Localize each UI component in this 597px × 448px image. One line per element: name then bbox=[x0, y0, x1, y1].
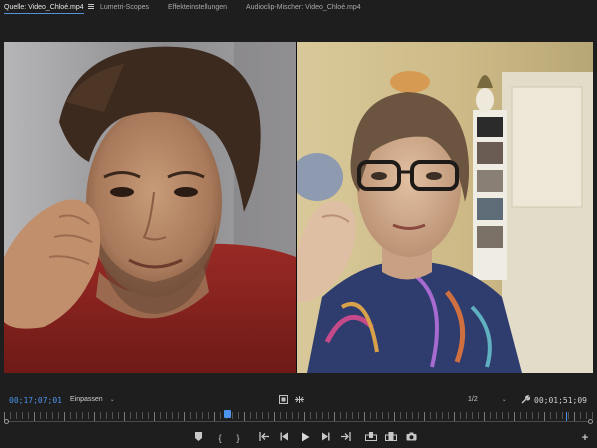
duration-timecode: 00;01;51;09 bbox=[534, 396, 587, 405]
playback-resolution-label: 1/2 bbox=[468, 396, 478, 403]
tab-source[interactable]: Quelle: Video_Chloé.mp4 bbox=[4, 0, 94, 16]
overwrite-icon bbox=[384, 432, 397, 441]
wrench-icon[interactable] bbox=[521, 395, 531, 407]
play-button[interactable] bbox=[299, 432, 311, 444]
zoom-fit-label: Einpassen bbox=[70, 396, 103, 403]
insert-button[interactable] bbox=[364, 432, 377, 444]
step-forward-button[interactable] bbox=[319, 432, 331, 444]
right-participant-image bbox=[297, 42, 593, 373]
overwrite-button[interactable] bbox=[384, 432, 397, 444]
tab-effect-controls[interactable]: Effekteinstellungen bbox=[168, 0, 227, 16]
tab-effect-controls-label: Effekteinstellungen bbox=[168, 4, 228, 11]
chevron-down-icon: ⌄ bbox=[501, 397, 507, 403]
go-to-in-button[interactable] bbox=[258, 432, 270, 444]
step-back-icon bbox=[280, 432, 288, 441]
chevron-down-icon: ⌄ bbox=[109, 397, 115, 403]
current-timecode[interactable]: 00;17;07;01 bbox=[9, 396, 62, 405]
zoom-fit-select[interactable]: Einpassen ⌄ bbox=[70, 396, 115, 403]
safe-margins-icon[interactable] bbox=[279, 395, 288, 407]
tab-lumetri-scopes[interactable]: Lumetri-Scopes bbox=[100, 0, 149, 16]
ruler-major-ticks bbox=[4, 412, 593, 421]
mark-out-button[interactable]: } bbox=[233, 432, 243, 444]
tab-audio-clip-mixer-label: Audioclip-Mischer: Video_Chloé.mp4 bbox=[246, 4, 361, 11]
camera-icon bbox=[406, 432, 416, 441]
hamburger-menu-icon[interactable] bbox=[87, 3, 94, 9]
playhead-marker[interactable] bbox=[223, 410, 231, 418]
video-left-participant bbox=[4, 42, 296, 373]
transport-controls: { } + bbox=[0, 432, 597, 444]
button-editor-button[interactable]: + bbox=[580, 432, 590, 444]
play-icon bbox=[301, 432, 309, 442]
tab-source-label: Quelle: Video_Chloé.mp4 bbox=[4, 4, 84, 14]
go-to-in-icon bbox=[258, 432, 269, 441]
mark-in-icon: { bbox=[218, 433, 222, 443]
step-forward-icon bbox=[322, 432, 330, 441]
timeline-ruler[interactable] bbox=[4, 410, 593, 425]
panel-tab-bar: Quelle: Video_Chloé.mp4 Lumetri-Scopes E… bbox=[0, 0, 597, 16]
go-to-out-icon bbox=[340, 432, 351, 441]
out-point-marker bbox=[566, 412, 567, 421]
insert-icon bbox=[364, 432, 377, 441]
step-back-button[interactable] bbox=[279, 432, 291, 444]
compare-icon[interactable] bbox=[295, 395, 304, 407]
zoom-handle-right[interactable] bbox=[588, 419, 593, 424]
plus-icon: + bbox=[581, 432, 589, 444]
export-frame-button[interactable] bbox=[405, 432, 417, 444]
program-monitor-video[interactable] bbox=[4, 42, 593, 373]
tab-audio-clip-mixer[interactable]: Audioclip-Mischer: Video_Chloé.mp4 bbox=[246, 0, 361, 16]
mark-in-button[interactable]: { bbox=[215, 432, 225, 444]
add-marker-button[interactable] bbox=[193, 432, 203, 444]
mark-out-icon: } bbox=[236, 433, 240, 443]
zoom-handle-left[interactable] bbox=[4, 419, 9, 424]
video-right-participant bbox=[297, 42, 593, 373]
tab-lumetri-scopes-label: Lumetri-Scopes bbox=[100, 4, 150, 11]
marker-icon bbox=[194, 432, 202, 441]
ruler-baseline bbox=[4, 421, 593, 422]
left-participant-image bbox=[4, 42, 296, 373]
playback-resolution-select[interactable]: 1/2 ⌄ bbox=[468, 396, 507, 403]
go-to-out-button[interactable] bbox=[339, 432, 351, 444]
